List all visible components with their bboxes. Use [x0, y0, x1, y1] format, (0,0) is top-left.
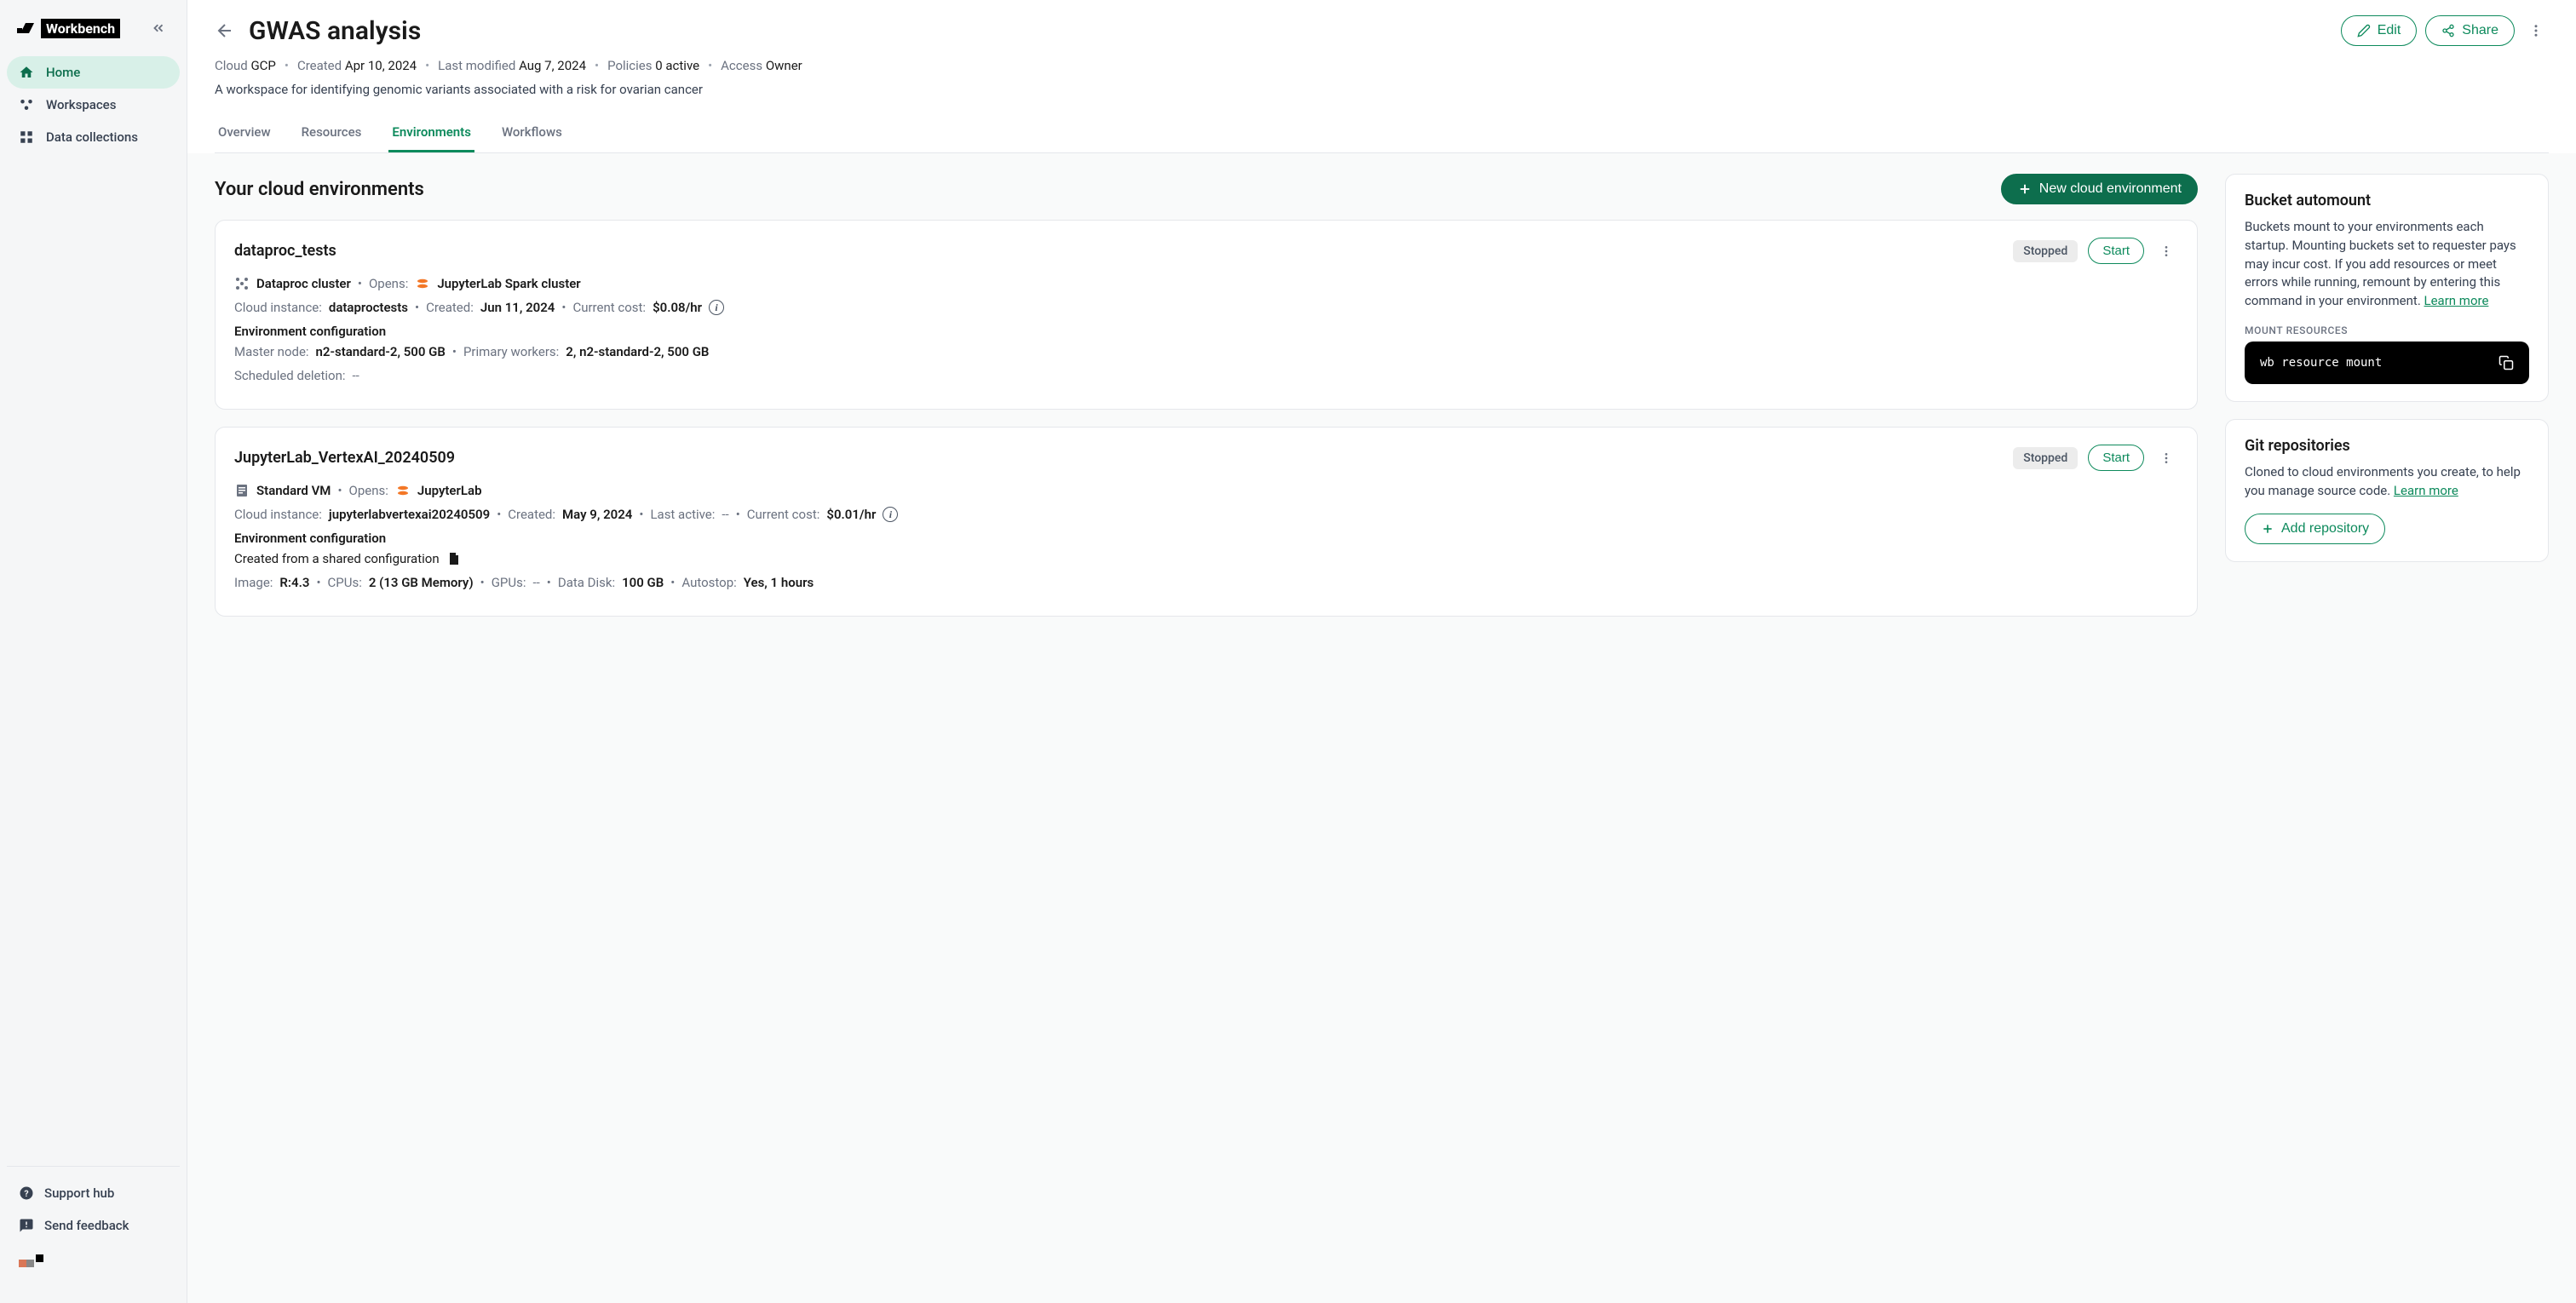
- copy-icon[interactable]: [2498, 355, 2514, 370]
- workbench-logo-icon: [17, 23, 34, 33]
- new-environment-button[interactable]: New cloud environment: [2001, 174, 2198, 204]
- share-label: Share: [2462, 23, 2498, 38]
- brand-name: Workbench: [41, 19, 120, 38]
- sidebar-item-label: Send feedback: [44, 1218, 129, 1233]
- more-menu-button[interactable]: [2523, 18, 2549, 43]
- environment-name: JupyterLab_VertexAI_20240509: [234, 449, 455, 467]
- last-active: --: [722, 507, 728, 522]
- back-button[interactable]: [215, 20, 235, 41]
- edit-button[interactable]: Edit: [2341, 15, 2418, 46]
- share-icon: [2441, 24, 2455, 37]
- gpus-value: --: [532, 575, 539, 590]
- tab-overview[interactable]: Overview: [215, 114, 274, 152]
- workspace-description: A workspace for identifying genomic vari…: [215, 82, 2549, 97]
- jupyter-icon: [395, 483, 411, 498]
- current-cost: $0.01/hr: [826, 507, 876, 522]
- sidebar-item-datacollections[interactable]: Data collections: [7, 121, 180, 153]
- learn-more-link[interactable]: Learn more: [2394, 483, 2458, 498]
- environment-menu-button[interactable]: [2154, 446, 2178, 470]
- sidebar-item-feedback[interactable]: Send feedback: [7, 1209, 180, 1242]
- tab-resources[interactable]: Resources: [298, 114, 365, 152]
- git-repos-panel: Git repositories Cloned to cloud environ…: [2225, 419, 2549, 563]
- add-repository-label: Add repository: [2281, 521, 2369, 537]
- user-avatar[interactable]: [19, 1257, 43, 1281]
- opens-value: JupyterLab Spark cluster: [437, 276, 580, 291]
- info-icon[interactable]: i: [883, 507, 898, 522]
- main-content: GWAS analysis Edit Share: [187, 0, 2576, 1303]
- config-heading: Environment configuration: [234, 324, 2178, 339]
- status-badge: Stopped: [2013, 240, 2078, 262]
- tab-workflows[interactable]: Workflows: [498, 114, 566, 152]
- cloud-instance: dataproctests: [329, 300, 408, 315]
- info-icon[interactable]: i: [709, 300, 724, 315]
- dataproc-icon: [234, 276, 250, 291]
- cpus-value: 2 (13 GB Memory): [369, 575, 474, 590]
- panel-title: Git repositories: [2245, 437, 2529, 455]
- sidebar-item-support[interactable]: ? Support hub: [7, 1177, 180, 1209]
- environment-type: Standard VM: [256, 483, 331, 498]
- learn-more-link[interactable]: Learn more: [2424, 293, 2489, 308]
- scheduled-deletion: --: [353, 368, 359, 383]
- collapse-sidebar-icon[interactable]: [147, 17, 170, 39]
- bucket-automount-panel: Bucket automount Buckets mount to your e…: [2225, 174, 2549, 402]
- panel-body: Cloned to cloud environments you create,…: [2245, 463, 2529, 501]
- plus-icon: [2261, 522, 2274, 536]
- tabs: Overview Resources Environments Workflow…: [215, 114, 2549, 153]
- vm-icon: [234, 483, 250, 498]
- start-button[interactable]: Start: [2088, 238, 2144, 264]
- sidebar-item-workspaces[interactable]: Workspaces: [7, 89, 180, 121]
- primary-workers: 2, n2-standard-2, 500 GB: [566, 344, 709, 359]
- mount-command: wb resource mount: [2260, 356, 2382, 370]
- sidebar-item-label: Workspaces: [46, 97, 116, 112]
- file-icon: [446, 551, 462, 566]
- help-icon: ?: [19, 1185, 34, 1201]
- page-title: GWAS analysis: [249, 16, 421, 46]
- edit-label: Edit: [2378, 23, 2401, 38]
- config-heading: Environment configuration: [234, 531, 2178, 546]
- grid-icon: [19, 129, 36, 145]
- plus-icon: [2017, 181, 2033, 197]
- jupyter-icon: [415, 276, 430, 291]
- sidebar-item-label: Home: [46, 65, 80, 80]
- pencil-icon: [2357, 24, 2371, 37]
- environment-type: Dataproc cluster: [256, 276, 351, 291]
- environment-card: dataproc_tests Stopped Start Dataproc cl…: [215, 220, 2198, 410]
- tab-environments[interactable]: Environments: [388, 114, 474, 152]
- created-date: May 9, 2024: [562, 507, 632, 522]
- home-icon: [19, 65, 36, 80]
- data-disk-value: 100 GB: [622, 575, 664, 590]
- section-title: Your cloud environments: [215, 179, 424, 200]
- created-date: Jun 11, 2024: [480, 300, 555, 315]
- master-node: n2-standard-2, 500 GB: [316, 344, 446, 359]
- add-repository-button[interactable]: Add repository: [2245, 514, 2385, 544]
- image-value: R:4.3: [279, 575, 309, 590]
- share-button[interactable]: Share: [2425, 15, 2515, 46]
- current-cost: $0.08/hr: [653, 300, 702, 315]
- sidebar: Workbench Home Workspaces: [0, 0, 187, 1303]
- status-badge: Stopped: [2013, 447, 2078, 469]
- sidebar-item-home[interactable]: Home: [7, 56, 180, 89]
- logo[interactable]: Workbench: [17, 19, 120, 38]
- opens-value: JupyterLab: [417, 483, 482, 498]
- shared-config-note: Created from a shared configuration: [234, 551, 440, 566]
- environment-card: JupyterLab_VertexAI_20240509 Stopped Sta…: [215, 427, 2198, 617]
- environment-menu-button[interactable]: [2154, 239, 2178, 263]
- environment-name: dataproc_tests: [234, 242, 336, 260]
- workspaces-icon: [19, 97, 36, 112]
- sidebar-item-label: Support hub: [44, 1185, 114, 1201]
- new-environment-label: New cloud environment: [2039, 181, 2182, 197]
- autostop-value: Yes, 1 hours: [744, 575, 814, 590]
- cloud-instance: jupyterlabvertexai20240509: [329, 507, 490, 522]
- mount-command-block: wb resource mount: [2245, 342, 2529, 384]
- sidebar-item-label: Data collections: [46, 129, 138, 145]
- panel-body: Buckets mount to your environments each …: [2245, 218, 2529, 311]
- workspace-meta: Cloud GCP • Created Apr 10, 2024 • Last …: [215, 58, 2549, 73]
- start-button[interactable]: Start: [2088, 445, 2144, 471]
- panel-title: Bucket automount: [2245, 192, 2529, 210]
- svg-text:?: ?: [24, 1188, 28, 1199]
- feedback-icon: [19, 1218, 34, 1233]
- code-label: MOUNT RESOURCES: [2245, 324, 2529, 336]
